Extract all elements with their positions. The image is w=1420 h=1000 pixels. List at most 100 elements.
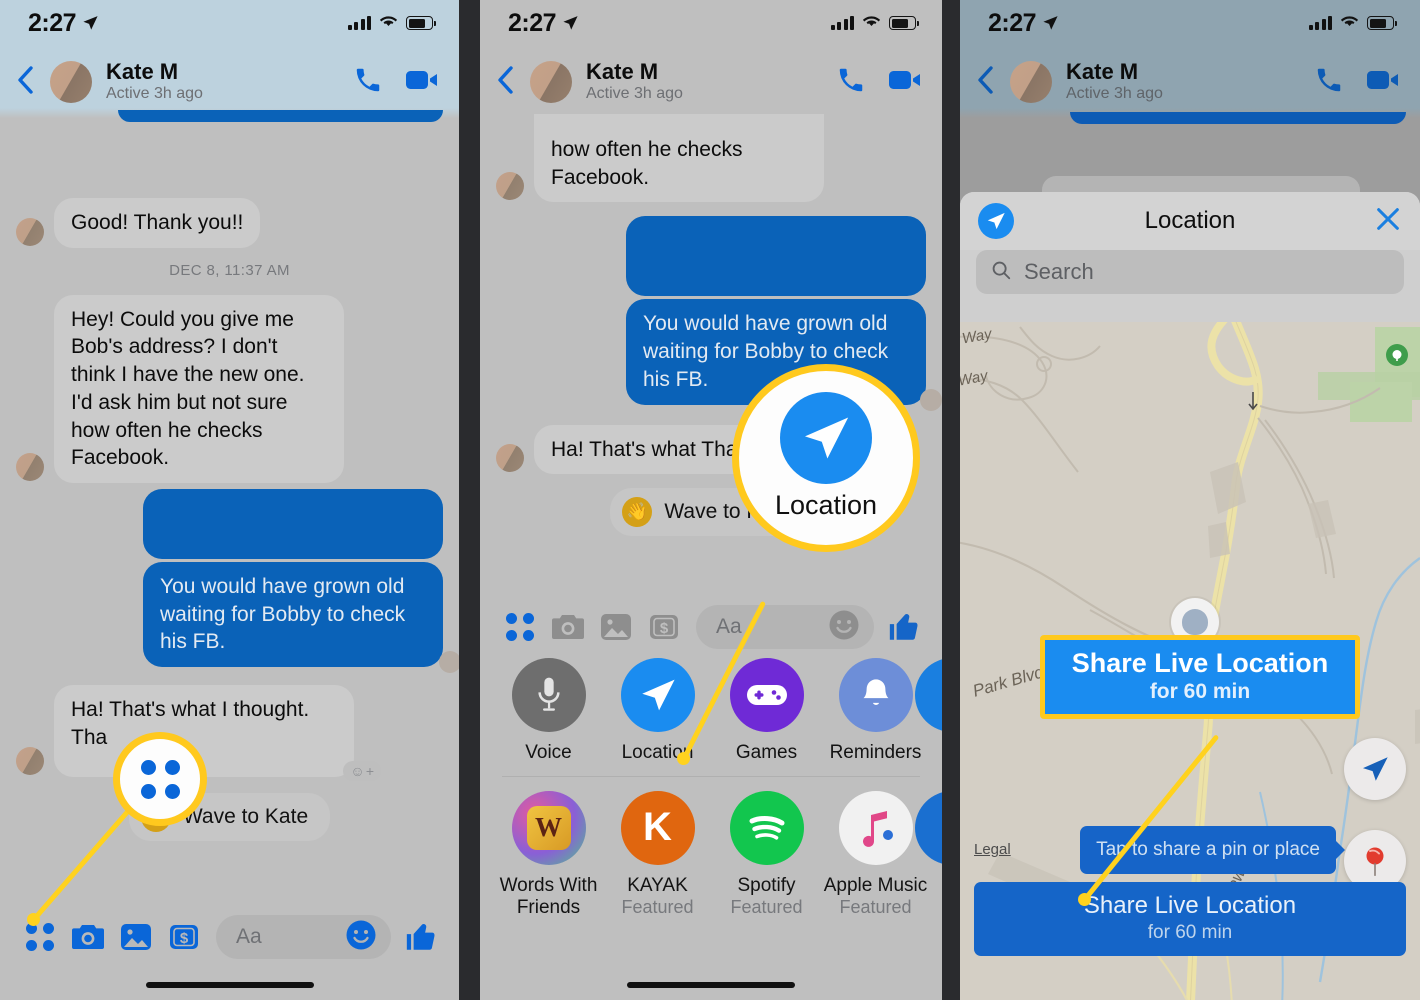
three-panel-tutorial-screenshot: 2:27 Kate M Active 3h ago Good! Thank yo… [0,0,1420,1000]
message-bubble[interactable]: Good! Thank you!! [54,198,261,248]
avatar[interactable] [530,61,572,103]
app-item-partial[interactable]: T Ke F [915,790,942,939]
chat-header-text[interactable]: Kate M Active 3h ago [1066,59,1314,105]
battery-icon [1367,16,1397,30]
home-indicator [145,982,314,988]
map-legal-link[interactable]: Legal [974,841,1011,858]
video-camera-icon[interactable] [888,67,922,98]
video-camera-icon[interactable] [405,67,439,98]
camera-icon[interactable] [64,922,112,952]
contact-name: Kate M [106,58,179,84]
search-placeholder: Search [1024,259,1094,284]
app-item-voice[interactable]: Voice [494,658,603,764]
recenter-arrow-icon[interactable] [1344,738,1406,800]
chat-header-text[interactable]: Kate M Active 3h ago [106,58,353,105]
app-item-spotify[interactable]: Spotify Featured [712,790,821,939]
composer-bar: $ Aa [0,908,459,966]
message-input-placeholder: Aa [716,615,742,638]
chat-header-text[interactable]: Kate M Active 3h ago [586,58,836,105]
close-x-icon[interactable] [1374,205,1402,238]
app-label: Games [735,742,798,763]
spotify-icon [729,790,804,865]
message-row [480,216,942,297]
contact-status: Active 3h ago [586,84,683,102]
message-input-placeholder: Aa [236,925,262,948]
app-item-reminders[interactable]: Reminders [821,658,930,764]
back-chevron-icon[interactable] [14,65,42,100]
panel-divider [459,0,480,1000]
avatar[interactable] [1010,61,1052,103]
status-bar-time-group: 2:27 [988,9,1059,38]
panel-divider [942,0,960,1000]
smiley-sticker-icon[interactable] [345,919,377,956]
app-sublabel: Featured [839,896,912,917]
contact-status: Active 3h ago [106,84,203,102]
chat-header: Kate M Active 3h ago [0,46,459,118]
bell-icon [838,658,913,732]
app-label: Apple Music [823,874,928,896]
chat-header-actions [1314,65,1400,100]
gamepad-icon [729,658,804,732]
wifi-icon [862,14,881,33]
cellular-signal-icon [1308,16,1332,30]
phone-icon[interactable] [353,65,383,100]
smiley-sticker-icon[interactable] [828,609,860,646]
app-item-partial[interactable] [915,658,942,764]
svg-text:$: $ [660,620,669,637]
pin-hint-bubble[interactable]: Tap to share a pin or place [1080,826,1336,874]
wifi-icon [379,14,398,33]
app-label: Voice [525,742,572,763]
status-bar-time-group: 2:27 [28,9,99,38]
share-live-location-button[interactable]: Share Live Location for 60 min [974,882,1406,956]
emoji-add-icon[interactable]: ☺ + [343,761,381,782]
spotlight-location-app[interactable]: Location [732,364,920,552]
photo-gallery-icon[interactable] [592,612,640,642]
share-button-title: Share Live Location [1083,892,1297,919]
thumbs-up-icon[interactable] [882,610,926,644]
app-item-location[interactable]: Location [603,658,712,764]
message-row: Hey! Could you give me Bob's address? I … [0,294,459,484]
microphone-icon [511,658,586,732]
location-arrow-icon [1042,9,1059,38]
thumbs-up-icon[interactable] [399,920,443,954]
chat-header-actions [836,65,922,100]
dollar-payment-icon[interactable]: $ [160,922,208,952]
message-input[interactable]: Aa [696,605,874,649]
app-item-apple-music[interactable]: Apple Music Featured [821,790,930,939]
avatar [16,217,44,246]
back-chevron-icon[interactable] [974,65,1002,100]
spotlight-label: Location [774,489,878,520]
app-item-words-with-friends[interactable]: W Words With Friends [494,790,603,939]
message-bubble[interactable]: Hey! Could you give me Bob's address? I … [54,294,344,484]
avatar[interactable] [50,61,92,103]
back-chevron-icon[interactable] [494,65,522,100]
message-bubble-empty[interactable] [626,216,926,297]
search-input[interactable]: Search [976,250,1404,294]
wave-suggestion-row: 👋 Wave to Kate [0,793,459,842]
contact-name: Kate M [586,58,659,84]
location-arrow-icon [780,391,872,484]
phone-icon[interactable] [836,65,866,100]
four-dots-apps-icon[interactable] [496,613,544,641]
message-bubble[interactable]: You would have grown old waiting for Bob… [143,562,443,668]
message-bubble-empty[interactable] [143,489,443,560]
status-bar-indicators [1308,14,1397,33]
message-input[interactable]: Aa [216,915,391,959]
app-label: Words With Friends [499,874,598,918]
app-item-kayak[interactable]: K KAYAK Featured [603,790,712,939]
message-row: how often he checks Facebook. [480,114,942,203]
phone-icon[interactable] [1314,65,1344,100]
spotlight-apps-button[interactable] [113,732,207,826]
seen-avatar [439,651,459,674]
dollar-payment-icon[interactable]: $ [640,612,688,642]
photo-gallery-icon[interactable] [112,922,160,952]
message-bubble[interactable]: how often he checks Facebook. [534,114,824,203]
message-thread[interactable]: Good! Thank you!! DEC 8, 11:37 AM Hey! C… [0,110,459,1000]
app-drawer-row-2: W Words With Friends K KAYAK Featured Sp… [480,790,942,939]
app-sublabel: Featured [621,896,694,917]
camera-icon[interactable] [544,612,592,642]
day-timestamp: DEC 8, 11:37 AM [169,261,290,279]
four-dots-apps-icon[interactable] [16,923,64,951]
video-camera-icon[interactable] [1366,67,1400,98]
kayak-k-icon: K [620,790,695,865]
